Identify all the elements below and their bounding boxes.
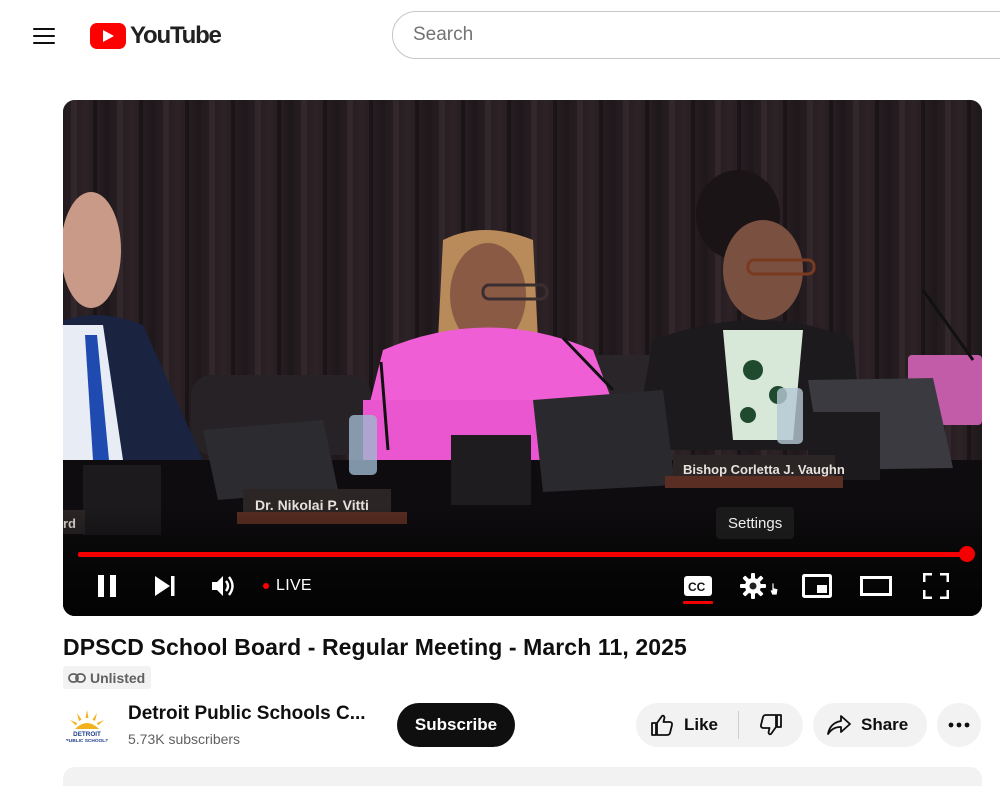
logo-text: YouTube xyxy=(130,22,222,49)
link-icon xyxy=(68,672,86,683)
volume-icon xyxy=(212,576,234,596)
next-icon xyxy=(155,576,175,596)
miniplayer-button[interactable] xyxy=(799,566,835,606)
search-box[interactable] xyxy=(392,11,1000,59)
more-actions-button[interactable] xyxy=(937,703,981,747)
live-label: LIVE xyxy=(276,577,312,594)
subscriber-count: 5.73K subscribers xyxy=(128,731,241,747)
miniplayer-icon xyxy=(802,574,832,598)
fullscreen-button[interactable] xyxy=(918,566,954,606)
like-label: Like xyxy=(684,715,719,734)
share-icon xyxy=(827,715,851,735)
description-box[interactable] xyxy=(63,767,982,786)
youtube-logo[interactable]: YouTube xyxy=(90,22,222,50)
play-logo-icon xyxy=(90,23,126,49)
captions-active-indicator xyxy=(683,601,713,604)
play-pause-button[interactable] xyxy=(89,566,125,606)
channel-avatar[interactable]: DETROIT PUBLIC SCHOOLS xyxy=(63,704,111,752)
captions-button[interactable]: CC xyxy=(679,566,717,606)
settings-button[interactable] xyxy=(739,566,779,606)
owner-row: DETROIT PUBLIC SCHOOLS Detroit Public Sc… xyxy=(63,700,983,752)
svg-text:Bishop Corletta J. Vaughn: Bishop Corletta J. Vaughn xyxy=(683,462,845,477)
live-dot-icon xyxy=(263,583,269,589)
settings-icon xyxy=(740,573,766,599)
fullscreen-icon xyxy=(923,573,949,599)
more-horizontal-icon xyxy=(948,722,970,728)
thumbs-up-icon xyxy=(651,714,673,736)
search-input[interactable] xyxy=(413,24,973,46)
captions-icon: CC xyxy=(684,576,712,596)
cursor-hand-icon xyxy=(769,582,779,596)
svg-text:PUBLIC SCHOOLS: PUBLIC SCHOOLS xyxy=(66,738,110,744)
channel-logo-icon: DETROIT PUBLIC SCHOOLS xyxy=(63,704,111,752)
progress-scrubber[interactable] xyxy=(959,546,975,562)
share-label: Share xyxy=(861,715,909,734)
like-dislike-group: Like xyxy=(636,703,803,747)
svg-text:CC: CC xyxy=(688,580,706,594)
video-title: DPSCD School Board - Regular Meeting - M… xyxy=(63,634,687,660)
hamburger-icon xyxy=(33,28,55,30)
pause-icon xyxy=(98,575,116,597)
video-player[interactable]: Dr. Nikolai P. Vitti Bishop Corletta J. … xyxy=(63,100,982,616)
subscribe-button[interactable]: Subscribe xyxy=(397,703,515,747)
nameplate-vaughn: Bishop Corletta J. Vaughn xyxy=(665,455,845,488)
guide-menu-button[interactable] xyxy=(22,14,66,58)
settings-tooltip: Settings xyxy=(716,507,795,539)
theater-icon xyxy=(860,576,892,596)
mute-button[interactable] xyxy=(205,566,241,606)
svg-text:DETROIT: DETROIT xyxy=(73,731,101,738)
channel-name[interactable]: Detroit Public Schools C... xyxy=(128,703,366,725)
player-controls: LIVE CC xyxy=(63,566,982,606)
share-button[interactable]: Share xyxy=(813,703,927,747)
like-button[interactable]: Like xyxy=(636,703,738,747)
live-indicator[interactable]: LIVE xyxy=(263,566,312,606)
unlisted-badge: Unlisted xyxy=(63,666,152,689)
dislike-button[interactable] xyxy=(739,703,803,747)
progress-bar[interactable] xyxy=(78,552,967,557)
theater-mode-button[interactable] xyxy=(858,566,894,606)
next-button[interactable] xyxy=(147,566,183,606)
unlisted-label: Unlisted xyxy=(90,669,146,686)
thumbs-down-icon xyxy=(760,714,782,736)
masthead: YouTube xyxy=(0,0,1000,72)
